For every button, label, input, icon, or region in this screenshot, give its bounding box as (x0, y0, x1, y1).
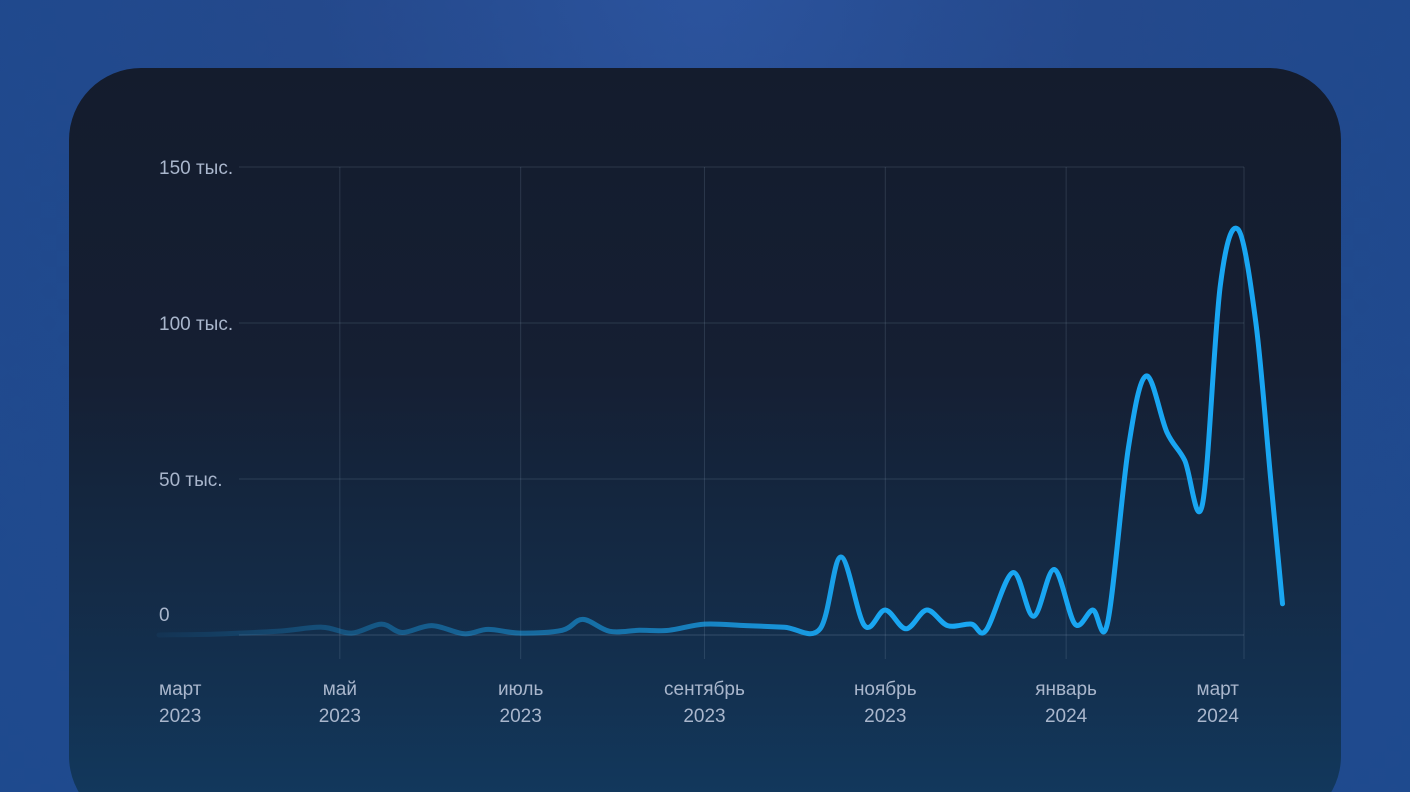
series-line (156, 225, 1285, 638)
y-tick-label: 50 тыс. (159, 470, 223, 491)
grid (239, 166, 1245, 659)
x-tick-year: 2023 (159, 706, 201, 727)
x-tick-year: 2023 (500, 706, 542, 727)
x-tick-month: январь (1035, 679, 1097, 700)
x-tick-month: май (323, 679, 357, 700)
y-axis-labels: 0 50 тыс. 100 тыс. 150 тыс. (159, 158, 233, 626)
x-tick-year: 2023 (683, 706, 725, 727)
x-tick-month: март (1197, 679, 1240, 700)
y-tick-label: 0 (159, 605, 170, 626)
x-tick-year: 2024 (1197, 706, 1240, 727)
chart-card: 0 50 тыс. 100 тыс. 150 тыс. март 2023 май 2023… (69, 68, 1341, 792)
x-tick-month: март (159, 679, 202, 700)
x-tick-month: ноябрь (854, 679, 917, 700)
x-tick-year: 2023 (319, 706, 361, 727)
x-axis-labels: март 2023 май 2023 июль 2023 сентябрь 2023 ноябр… (159, 679, 1239, 727)
y-tick-label: 100 тыс. (159, 314, 233, 335)
x-tick-year: 2024 (1045, 706, 1088, 727)
x-tick-year: 2023 (864, 706, 906, 727)
y-tick-label: 150 тыс. (159, 158, 233, 179)
line-chart: 0 50 тыс. 100 тыс. 150 тыс. март 2023 май 2023… (156, 158, 1285, 727)
x-tick-month: сентябрь (664, 679, 745, 700)
x-tick-month: июль (498, 679, 544, 700)
